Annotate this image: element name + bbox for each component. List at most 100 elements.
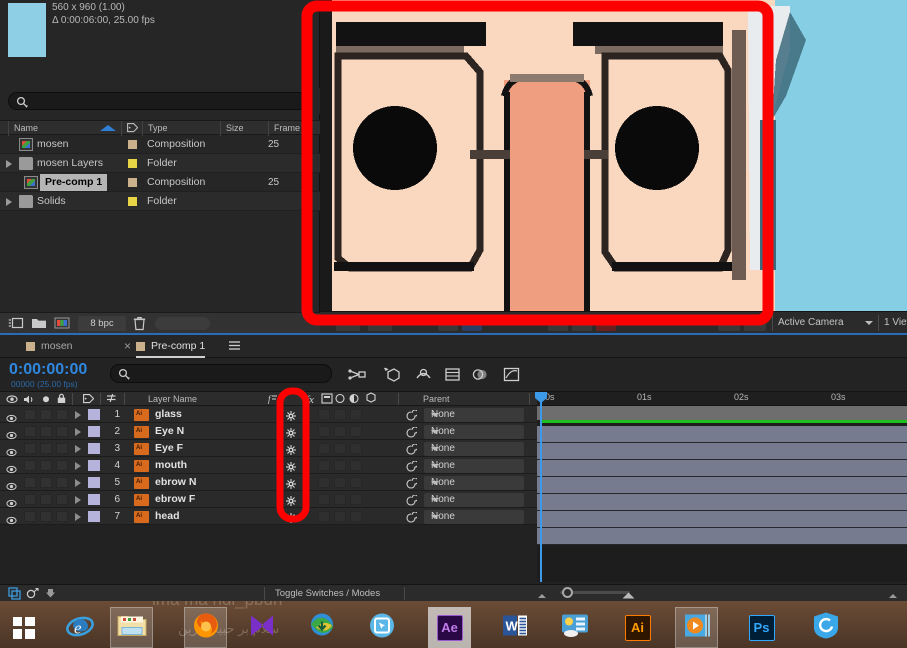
- parent-dropdown[interactable]: None: [424, 510, 524, 524]
- column-type[interactable]: Type: [142, 121, 220, 136]
- collapse-transformations-icon[interactable]: [285, 443, 297, 455]
- layer-name-column-header[interactable]: Layer Name: [148, 392, 197, 406]
- hide-shy-layers-icon[interactable]: [414, 365, 433, 384]
- toggle-mask-icon[interactable]: [548, 315, 568, 331]
- parent-pickwhip-icon[interactable]: [405, 426, 419, 438]
- internet-explorer-taskbar-button[interactable]: e: [58, 607, 101, 648]
- layer-visibility-icon[interactable]: [6, 495, 17, 508]
- composition-mini-flowchart-icon[interactable]: [348, 365, 367, 384]
- disclosure-triangle-icon[interactable]: [75, 513, 81, 521]
- column-label-tag[interactable]: [121, 121, 141, 136]
- layer-audio-toggle[interactable]: [24, 494, 36, 505]
- lock-toggle-icon[interactable]: [56, 392, 67, 406]
- collapse-transformations-icon[interactable]: [285, 409, 297, 421]
- switches-modes-icon[interactable]: [26, 587, 39, 600]
- parent-pickwhip-icon[interactable]: [405, 511, 419, 523]
- motion-blur-footer-icon[interactable]: [44, 587, 57, 600]
- layer-lock-toggle[interactable]: [56, 409, 68, 420]
- close-tab-icon[interactable]: ×: [124, 335, 131, 358]
- interpret-footage-icon[interactable]: [8, 316, 24, 331]
- table-row[interactable]: 5 ebrow N None: [0, 474, 537, 491]
- photoshop-taskbar-button[interactable]: Ps: [740, 607, 783, 648]
- view-count-label[interactable]: 1 View: [884, 312, 907, 334]
- layer-solo-toggle[interactable]: [40, 460, 52, 471]
- layer-color-swatch[interactable]: [88, 511, 100, 522]
- table-row[interactable]: 7 head None: [0, 508, 537, 525]
- layer-switch-box[interactable]: [334, 494, 346, 505]
- layer-name[interactable]: head: [155, 508, 180, 525]
- disclosure-triangle-icon[interactable]: [75, 411, 81, 419]
- layer-audio-toggle[interactable]: [24, 511, 36, 522]
- parent-dropdown[interactable]: None: [424, 408, 524, 422]
- layer-visibility-icon[interactable]: [6, 461, 17, 474]
- video-player-taskbar-button[interactable]: [675, 607, 718, 648]
- layer-lock-toggle[interactable]: [56, 511, 68, 522]
- layer-track-row[interactable]: [537, 511, 907, 528]
- layer-switch-box[interactable]: [334, 426, 346, 437]
- timecode-display[interactable]: [572, 315, 592, 331]
- panel-menu-icon[interactable]: [228, 339, 241, 352]
- layer-switch-box[interactable]: [318, 409, 330, 420]
- parent-dropdown[interactable]: None: [424, 476, 524, 490]
- layer-switch-box[interactable]: [350, 477, 362, 488]
- file-explorer-taskbar-button[interactable]: [110, 607, 153, 648]
- layer-audio-toggle[interactable]: [24, 477, 36, 488]
- playhead-indicator[interactable]: [535, 392, 547, 582]
- layer-switch-box[interactable]: [318, 426, 330, 437]
- layer-lock-toggle[interactable]: [56, 477, 68, 488]
- new-folder-icon[interactable]: [31, 316, 47, 331]
- collapse-transformations-icon[interactable]: [285, 477, 297, 489]
- layer-color-swatch[interactable]: [88, 426, 100, 437]
- layer-color-swatch[interactable]: [88, 477, 100, 488]
- layer-audio-toggle[interactable]: [24, 460, 36, 471]
- label-color-swatch[interactable]: [128, 197, 137, 206]
- layer-switch-box[interactable]: [334, 477, 346, 488]
- layer-visibility-icon[interactable]: [6, 410, 17, 423]
- layer-solo-toggle[interactable]: [40, 443, 52, 454]
- layer-switch-box[interactable]: [350, 494, 362, 505]
- layer-visibility-icon[interactable]: [6, 478, 17, 491]
- table-row[interactable]: 4 mouth None: [0, 457, 537, 474]
- layer-track-row[interactable]: [537, 460, 907, 477]
- illustrator-taskbar-button[interactable]: Ai: [616, 607, 659, 648]
- layer-solo-toggle[interactable]: [40, 494, 52, 505]
- channel-dropdown[interactable]: [718, 315, 740, 331]
- layer-name[interactable]: glass: [155, 406, 182, 423]
- internet-download-manager-taskbar-button[interactable]: [300, 607, 343, 648]
- video-toggle-icon[interactable]: [6, 392, 18, 406]
- chevron-down-icon[interactable]: [865, 321, 873, 325]
- layer-track-row[interactable]: [537, 528, 907, 545]
- layer-switch-box[interactable]: [334, 409, 346, 420]
- layer-color-swatch[interactable]: [88, 443, 100, 454]
- project-item-row[interactable]: mosen Layers Folder: [0, 154, 320, 173]
- media-player-taskbar-button[interactable]: [240, 607, 283, 648]
- after-effects-taskbar-button[interactable]: Ae: [428, 607, 471, 648]
- layer-solo-toggle[interactable]: [40, 477, 52, 488]
- parent-pickwhip-icon[interactable]: [405, 409, 419, 421]
- project-item-row[interactable]: Solids Folder: [0, 192, 320, 211]
- layer-name[interactable]: ebrow F: [155, 491, 195, 508]
- layer-switch-box[interactable]: [318, 460, 330, 471]
- layer-track-row[interactable]: [537, 426, 907, 443]
- layer-solo-toggle[interactable]: [40, 511, 52, 522]
- project-item-row[interactable]: mosen Composition 25: [0, 135, 320, 154]
- layer-switch-box[interactable]: [334, 443, 346, 454]
- layer-color-swatch[interactable]: [88, 494, 100, 505]
- exposure-icon[interactable]: [744, 315, 766, 331]
- label-color-swatch[interactable]: [128, 178, 137, 187]
- graph-editor-icon[interactable]: [502, 365, 521, 384]
- label-color-swatch[interactable]: [128, 140, 137, 149]
- tab-pre-comp-1[interactable]: Pre-comp 1: [136, 335, 206, 358]
- disclosure-triangle-icon[interactable]: [75, 462, 81, 470]
- table-row[interactable]: 1 glass None: [0, 406, 537, 423]
- timeline-resize-icon[interactable]: [888, 587, 901, 600]
- layer-switch-box[interactable]: [350, 511, 362, 522]
- snapshot-icon[interactable]: [596, 315, 616, 331]
- transparency-grid-icon[interactable]: [462, 315, 482, 331]
- motion-blur-icon[interactable]: [470, 365, 489, 384]
- layer-name[interactable]: Eye F: [155, 440, 183, 457]
- layer-lock-toggle[interactable]: [56, 460, 68, 471]
- frame-blending-icon[interactable]: [443, 365, 462, 384]
- column-size[interactable]: Size: [220, 121, 268, 136]
- trash-icon[interactable]: [133, 316, 146, 331]
